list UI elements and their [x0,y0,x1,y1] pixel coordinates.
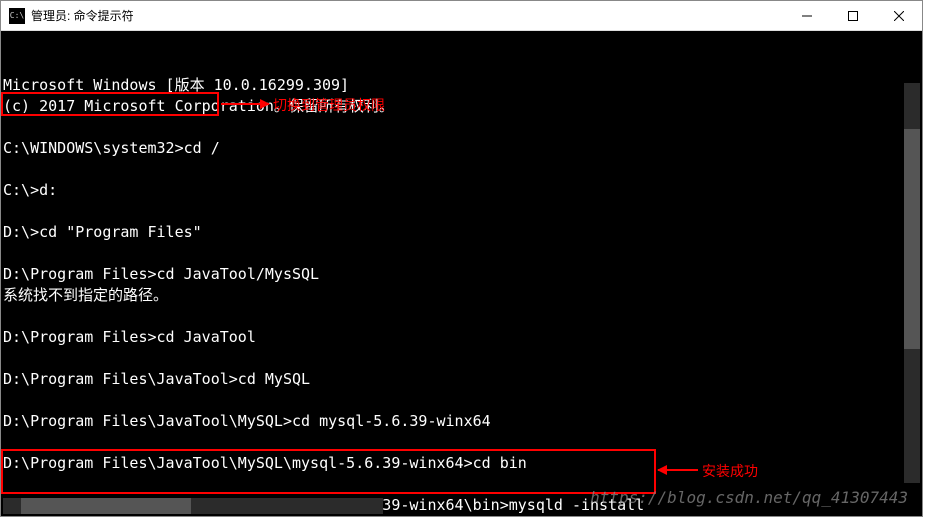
terminal-line: D:\Program Files>cd JavaTool [3,327,922,348]
cmd-icon: C:\ [9,8,25,24]
terminal-line: D:\>cd "Program Files" [3,222,922,243]
terminal-line: C:\WINDOWS\system32>cd / [3,138,922,159]
terminal-line: Microsoft Windows [版本 10.0.16299.309] [3,75,922,96]
watermark: https://blog.csdn.net/qq_41307443 [590,487,908,508]
terminal-line: (c) 2017 Microsoft Corporation。保留所有权利。 [3,96,922,117]
cmd-window: C:\ 管理员: 命令提示符 Microsoft Windows [版本 10.… [0,0,923,517]
minimize-button[interactable] [784,1,830,31]
terminal-body[interactable]: Microsoft Windows [版本 10.0.16299.309](c)… [1,31,922,516]
terminal-line: C:\>d: [3,180,922,201]
terminal-line: 系统找不到指定的路径。 [3,285,922,306]
terminal-line [3,117,922,138]
scrollbar-h-thumb[interactable] [21,498,191,514]
terminal-line [3,348,922,369]
window-title: 管理员: 命令提示符 [31,7,134,24]
titlebar-buttons [784,1,922,31]
maximize-button[interactable] [830,1,876,31]
terminal-line [3,390,922,411]
scrollbar-v-thumb[interactable] [904,129,920,349]
terminal-line: D:\Program Files\JavaTool\MySQL>cd mysql… [3,411,922,432]
terminal-line: D:\Program Files>cd JavaTool/MysSQL [3,264,922,285]
terminal-line: D:\Program Files\JavaTool>cd MySQL [3,369,922,390]
scrollbar-vertical[interactable] [904,83,920,483]
terminal-line [3,243,922,264]
titlebar[interactable]: C:\ 管理员: 命令提示符 [1,1,922,31]
terminal-line: D:\Program Files\JavaTool\MySQL\mysql-5.… [3,453,922,474]
terminal-line [3,432,922,453]
scrollbar-horizontal[interactable] [3,498,383,514]
close-button[interactable] [876,1,922,31]
terminal-line [3,201,922,222]
terminal-line [3,306,922,327]
terminal-line [3,159,922,180]
